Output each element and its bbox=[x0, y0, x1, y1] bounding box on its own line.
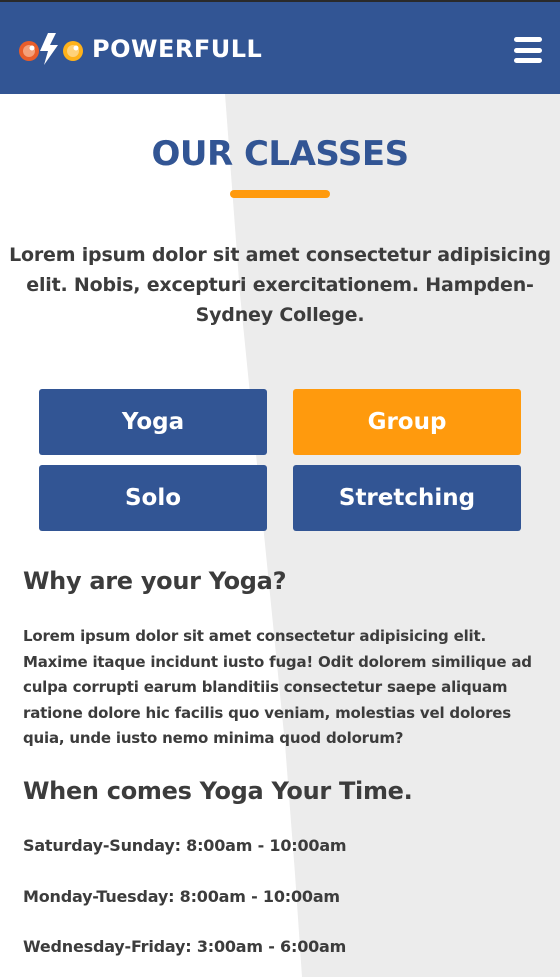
title-underline bbox=[230, 190, 330, 198]
tab-stretching[interactable]: Stretching bbox=[293, 465, 521, 531]
schedule-heading: When comes Yoga Your Time. bbox=[23, 777, 413, 805]
schedule-item: Monday-Tuesday: 8:00am - 10:00am bbox=[23, 887, 340, 906]
tab-yoga[interactable]: Yoga bbox=[39, 389, 267, 455]
tab-solo[interactable]: Solo bbox=[39, 465, 267, 531]
powerfull-logo-icon bbox=[19, 33, 83, 65]
page-title: OUR CLASSES bbox=[151, 134, 409, 174]
schedule-item: Saturday-Sunday: 8:00am - 10:00am bbox=[23, 836, 347, 855]
top-navbar: POWERFULL bbox=[0, 0, 560, 94]
intro-text: Lorem ipsum dolor sit amet consectetur a… bbox=[9, 244, 551, 326]
schedule-item: Wednesday-Friday: 3:00am - 6:00am bbox=[23, 937, 347, 956]
why-paragraph: Lorem ipsum dolor sit amet consectetur a… bbox=[23, 627, 532, 747]
logo[interactable]: POWERFULL bbox=[18, 29, 262, 69]
why-heading: Why are your Yoga? bbox=[23, 567, 287, 595]
hamburger-menu-icon[interactable] bbox=[514, 37, 542, 63]
tab-group[interactable]: Group bbox=[293, 389, 521, 455]
brand-name: POWERFULL bbox=[92, 35, 263, 63]
